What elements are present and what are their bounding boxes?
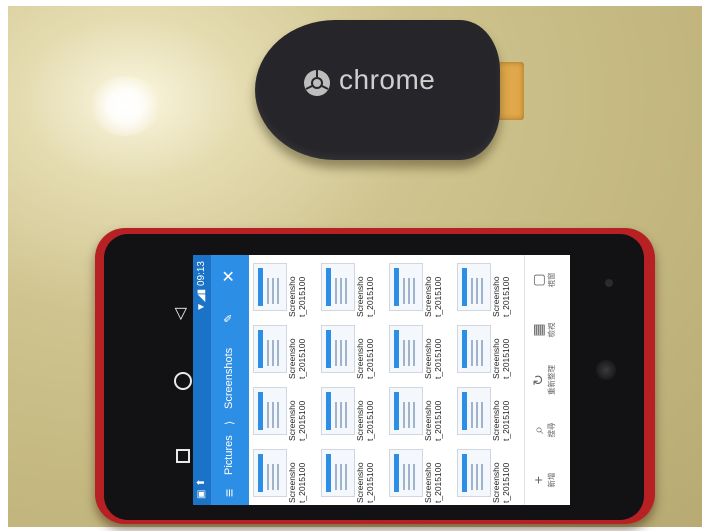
file-name: Screensho t_2015100	[355, 462, 375, 503]
file-thumbnail	[389, 449, 423, 497]
bottom-action-label: 新增	[547, 472, 556, 488]
close-icon[interactable]: ✕	[219, 270, 239, 283]
file-thumbnail	[321, 449, 355, 497]
file-name: Screensho t_2015100	[287, 400, 307, 441]
file-item[interactable]: Screensho t_2015100	[317, 443, 385, 505]
file-thumbnail	[389, 387, 423, 435]
file-thumbnail	[457, 387, 491, 435]
file-manager-app: ▣ ⬆ ▼◢▮ 09:13 ≡ Pictures ⟩ Screenshots ✎…	[193, 255, 570, 505]
file-item[interactable]: Screensho t_2015100	[317, 319, 385, 381]
chromecast-dongle: chrome	[255, 20, 500, 160]
app-toolbar: ≡ Pictures ⟩ Screenshots ✎ ✕	[211, 255, 249, 505]
file-name: Screensho t_2015100	[423, 276, 443, 317]
back-icon[interactable]: ◁	[170, 308, 190, 320]
file-thumbnail	[321, 263, 355, 311]
bottom-action-icon: ▦	[530, 323, 546, 337]
file-item[interactable]: Screensho t_2015100	[317, 381, 385, 443]
file-item[interactable]: Screensho t_2015100	[453, 381, 521, 443]
file-thumbnail	[457, 325, 491, 373]
file-thumbnail	[457, 263, 491, 311]
file-name: Screensho t_2015100	[355, 276, 375, 317]
file-name: Screensho t_2015100	[355, 338, 375, 379]
file-item[interactable]: Screensho t_2015100	[249, 257, 317, 319]
edit-icon[interactable]: ✎	[222, 314, 235, 323]
file-name: Screensho t_2015100	[491, 338, 511, 379]
bottom-action-4[interactable]: ▢ 視窗	[529, 255, 556, 305]
file-thumbnail	[457, 449, 491, 497]
bottom-action-bar: + 新增 ⌕ 搜尋 ↻ 重新整理 ▦ 檢視 ▢ 視窗	[524, 255, 570, 505]
chrome-icon	[304, 70, 330, 96]
file-name: Screensho t_2015100	[287, 276, 307, 317]
bottom-action-label: 重新整理	[547, 365, 556, 395]
file-item[interactable]: Screensho t_2015100	[317, 257, 385, 319]
bottom-action-1[interactable]: ⌕ 搜尋	[529, 405, 556, 455]
file-name: Screensho t_2015100	[355, 400, 375, 441]
bottom-action-label: 視窗	[547, 272, 556, 288]
status-right: ▼◢▮ 09:13	[196, 261, 207, 312]
bottom-action-label: 檢視	[547, 322, 556, 338]
bottom-action-icon: ⌕	[530, 426, 546, 434]
menu-icon[interactable]: ≡	[221, 489, 237, 497]
phone-screen: ▣ ⬆ ▼◢▮ 09:13 ≡ Pictures ⟩ Screenshots ✎…	[193, 255, 570, 505]
breadcrumb-pictures[interactable]: Pictures	[223, 435, 235, 475]
file-name: Screensho t_2015100	[423, 462, 443, 503]
file-thumbnail	[253, 263, 287, 311]
bottom-action-label: 搜尋	[547, 422, 556, 438]
file-thumbnail	[321, 387, 355, 435]
breadcrumb-separator-icon: ⟩	[224, 420, 236, 425]
recents-icon[interactable]	[176, 449, 190, 463]
file-item[interactable]: Screensho t_2015100	[249, 319, 317, 381]
file-item[interactable]: Screensho t_2015100	[385, 381, 453, 443]
bottom-action-2[interactable]: ↻ 重新整理	[529, 355, 556, 405]
file-thumbnail	[253, 325, 287, 373]
status-left: ▣ ⬆	[196, 478, 207, 499]
earpiece-speaker	[596, 360, 616, 380]
file-name: Screensho t_2015100	[423, 338, 443, 379]
file-name: Screensho t_2015100	[423, 400, 443, 441]
file-item[interactable]: Screensho t_2015100	[453, 257, 521, 319]
file-thumbnail	[253, 387, 287, 435]
file-thumbnail	[253, 449, 287, 497]
file-name: Screensho t_2015100	[491, 276, 511, 317]
breadcrumb-screenshots[interactable]: Screenshots	[223, 348, 235, 409]
chrome-wordmark: chrome	[339, 64, 436, 95]
bottom-action-3[interactable]: ▦ 檢視	[529, 305, 556, 355]
bottom-action-icon: ▢	[530, 273, 546, 287]
file-item[interactable]: Screensho t_2015100	[453, 319, 521, 381]
file-item[interactable]: Screensho t_2015100	[385, 443, 453, 505]
front-camera	[605, 279, 613, 287]
file-name: Screensho t_2015100	[491, 462, 511, 503]
home-icon[interactable]	[174, 372, 192, 390]
file-item[interactable]: Screensho t_2015100	[249, 381, 317, 443]
file-name: Screensho t_2015100	[287, 338, 307, 379]
status-bar: ▣ ⬆ ▼◢▮ 09:13	[193, 255, 211, 505]
bottom-action-icon: ↻	[530, 374, 546, 386]
file-thumbnail	[389, 263, 423, 311]
file-grid: Screensho t_2015100 Screensho t_2015100 Sc…	[249, 255, 524, 505]
light-glare	[90, 76, 160, 136]
file-thumbnail	[389, 325, 423, 373]
file-name: Screensho t_2015100	[287, 462, 307, 503]
file-item[interactable]: Screensho t_2015100	[453, 443, 521, 505]
file-name: Screensho t_2015100	[491, 400, 511, 441]
file-item[interactable]: Screensho t_2015100	[249, 443, 317, 505]
bottom-action-icon: +	[530, 475, 546, 485]
bottom-action-0[interactable]: + 新增	[529, 455, 556, 505]
file-item[interactable]: Screensho t_2015100	[385, 319, 453, 381]
file-thumbnail	[321, 325, 355, 373]
file-item[interactable]: Screensho t_2015100	[385, 257, 453, 319]
